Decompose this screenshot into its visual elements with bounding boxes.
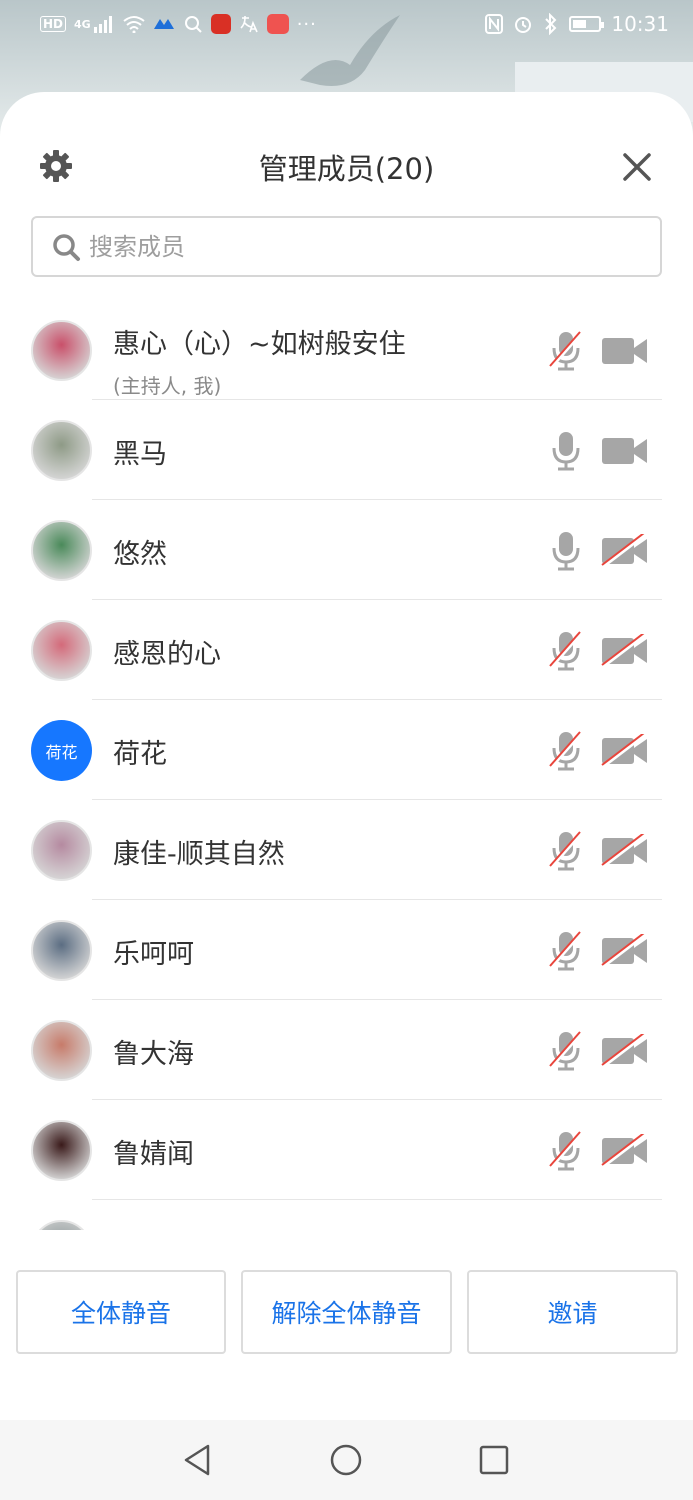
member-row[interactable]: 乐呵呵 — [0, 900, 693, 1000]
network-type-label: 4G — [74, 17, 91, 31]
avatar — [31, 1120, 92, 1181]
camera-icon[interactable] — [600, 434, 650, 468]
meeting-app-icon — [153, 19, 174, 29]
member-name: 康佳-顺其自然 — [113, 839, 285, 870]
member-name: 惠心（心）~如树般安住 — [113, 329, 406, 360]
avatar — [31, 620, 92, 681]
status-left: HD 4G ··· — [40, 14, 317, 35]
bluetooth-icon — [545, 13, 557, 35]
signal-icon — [93, 16, 112, 33]
camera-off-icon[interactable] — [600, 634, 650, 668]
member-list[interactable]: 惠心（心）~如树般安住 (主持人, 我) 黑马悠然感恩的心荷花 荷花康佳-顺其自然 乐呵… — [0, 300, 693, 1230]
member-name: 鲁婧闻 — [113, 1139, 194, 1170]
member-row[interactable]: 黑马 — [0, 400, 693, 500]
avatar — [31, 1020, 92, 1081]
mic-muted-icon[interactable] — [546, 630, 586, 672]
page-title: 管理成员(20) — [258, 152, 435, 186]
avatar-text: 荷花 — [31, 720, 92, 781]
status-right: 10:31 — [485, 12, 669, 36]
avatar — [31, 420, 92, 481]
member-row[interactable]: 鲁大海 — [0, 1000, 693, 1100]
unmute-all-button[interactable]: 解除全体静音 — [241, 1270, 452, 1354]
member-name: 乐呵呵 — [113, 939, 194, 970]
action-buttons: 全体静音 解除全体静音 邀请 — [0, 1270, 693, 1354]
avatar — [31, 520, 92, 581]
home-icon[interactable] — [328, 1442, 364, 1478]
member-row[interactable]: 鲁婧闻 — [0, 1100, 693, 1200]
member-row[interactable]: 康佳-顺其自然 — [0, 800, 693, 900]
camera-off-icon[interactable] — [600, 734, 650, 768]
avatar — [31, 820, 92, 881]
camera-off-icon[interactable] — [600, 834, 650, 868]
member-row[interactable]: 感恩的心 — [0, 600, 693, 700]
camera-icon[interactable] — [600, 334, 650, 368]
system-nav-bar — [0, 1420, 693, 1500]
manage-members-sheet: 管理成员(20) 惠心（心）~如树般安住 (主持人, 我) 黑马悠然感恩的心荷花荷花… — [0, 92, 693, 1420]
search-icon — [53, 233, 80, 261]
camera-off-icon[interactable] — [600, 934, 650, 968]
search-app-icon — [184, 16, 202, 33]
mic-muted-icon[interactable] — [546, 1130, 586, 1172]
huawei-app-icon — [266, 14, 289, 34]
mic-muted-icon[interactable] — [546, 930, 586, 972]
mic-muted-icon[interactable] — [546, 830, 586, 872]
member-name: 悠然 — [113, 539, 167, 570]
back-icon[interactable] — [180, 1442, 216, 1478]
mic-icon[interactable] — [546, 530, 586, 572]
battery-icon — [569, 16, 605, 32]
member-name: 荷花 — [113, 739, 167, 770]
member-name: 感恩的心 — [113, 639, 221, 670]
status-bar: HD 4G ··· 10:31 — [0, 0, 693, 48]
translate-icon — [240, 16, 258, 33]
hd-icon: HD — [40, 16, 67, 32]
more-icon: ··· — [296, 13, 317, 35]
camera-off-icon[interactable] — [600, 1134, 650, 1168]
alarm-icon — [515, 17, 532, 33]
avatar — [31, 1220, 92, 1230]
member-row[interactable]: 荷花 荷花 — [0, 700, 693, 800]
close-icon[interactable] — [618, 148, 656, 186]
battery-level — [573, 20, 587, 28]
camera-off-icon[interactable] — [600, 534, 650, 568]
wifi-icon — [123, 16, 145, 33]
invite-button[interactable]: 邀请 — [467, 1270, 678, 1354]
mic-muted-icon[interactable] — [546, 330, 586, 372]
mic-icon[interactable] — [546, 430, 586, 472]
member-row-partial[interactable] — [0, 1200, 693, 1230]
camera-off-icon[interactable] — [600, 1034, 650, 1068]
mic-muted-icon[interactable] — [546, 1030, 586, 1072]
avatar — [31, 920, 92, 981]
avatar — [31, 320, 92, 381]
member-role: (主持人, 我) — [113, 374, 222, 398]
nfc-icon — [485, 14, 504, 34]
member-row[interactable]: 惠心（心）~如树般安住 (主持人, 我) — [0, 300, 693, 400]
search-bar[interactable] — [31, 216, 662, 277]
mic-muted-icon[interactable] — [546, 730, 586, 772]
member-name: 鲁大海 — [113, 1039, 194, 1070]
search-input[interactable] — [89, 232, 649, 261]
mute-all-button[interactable]: 全体静音 — [16, 1270, 226, 1354]
video-app-icon — [210, 14, 231, 34]
member-row[interactable]: 悠然 — [0, 500, 693, 600]
recents-icon[interactable] — [476, 1442, 512, 1478]
member-name: 黑马 — [113, 439, 167, 470]
status-time: 10:31 — [611, 12, 669, 36]
